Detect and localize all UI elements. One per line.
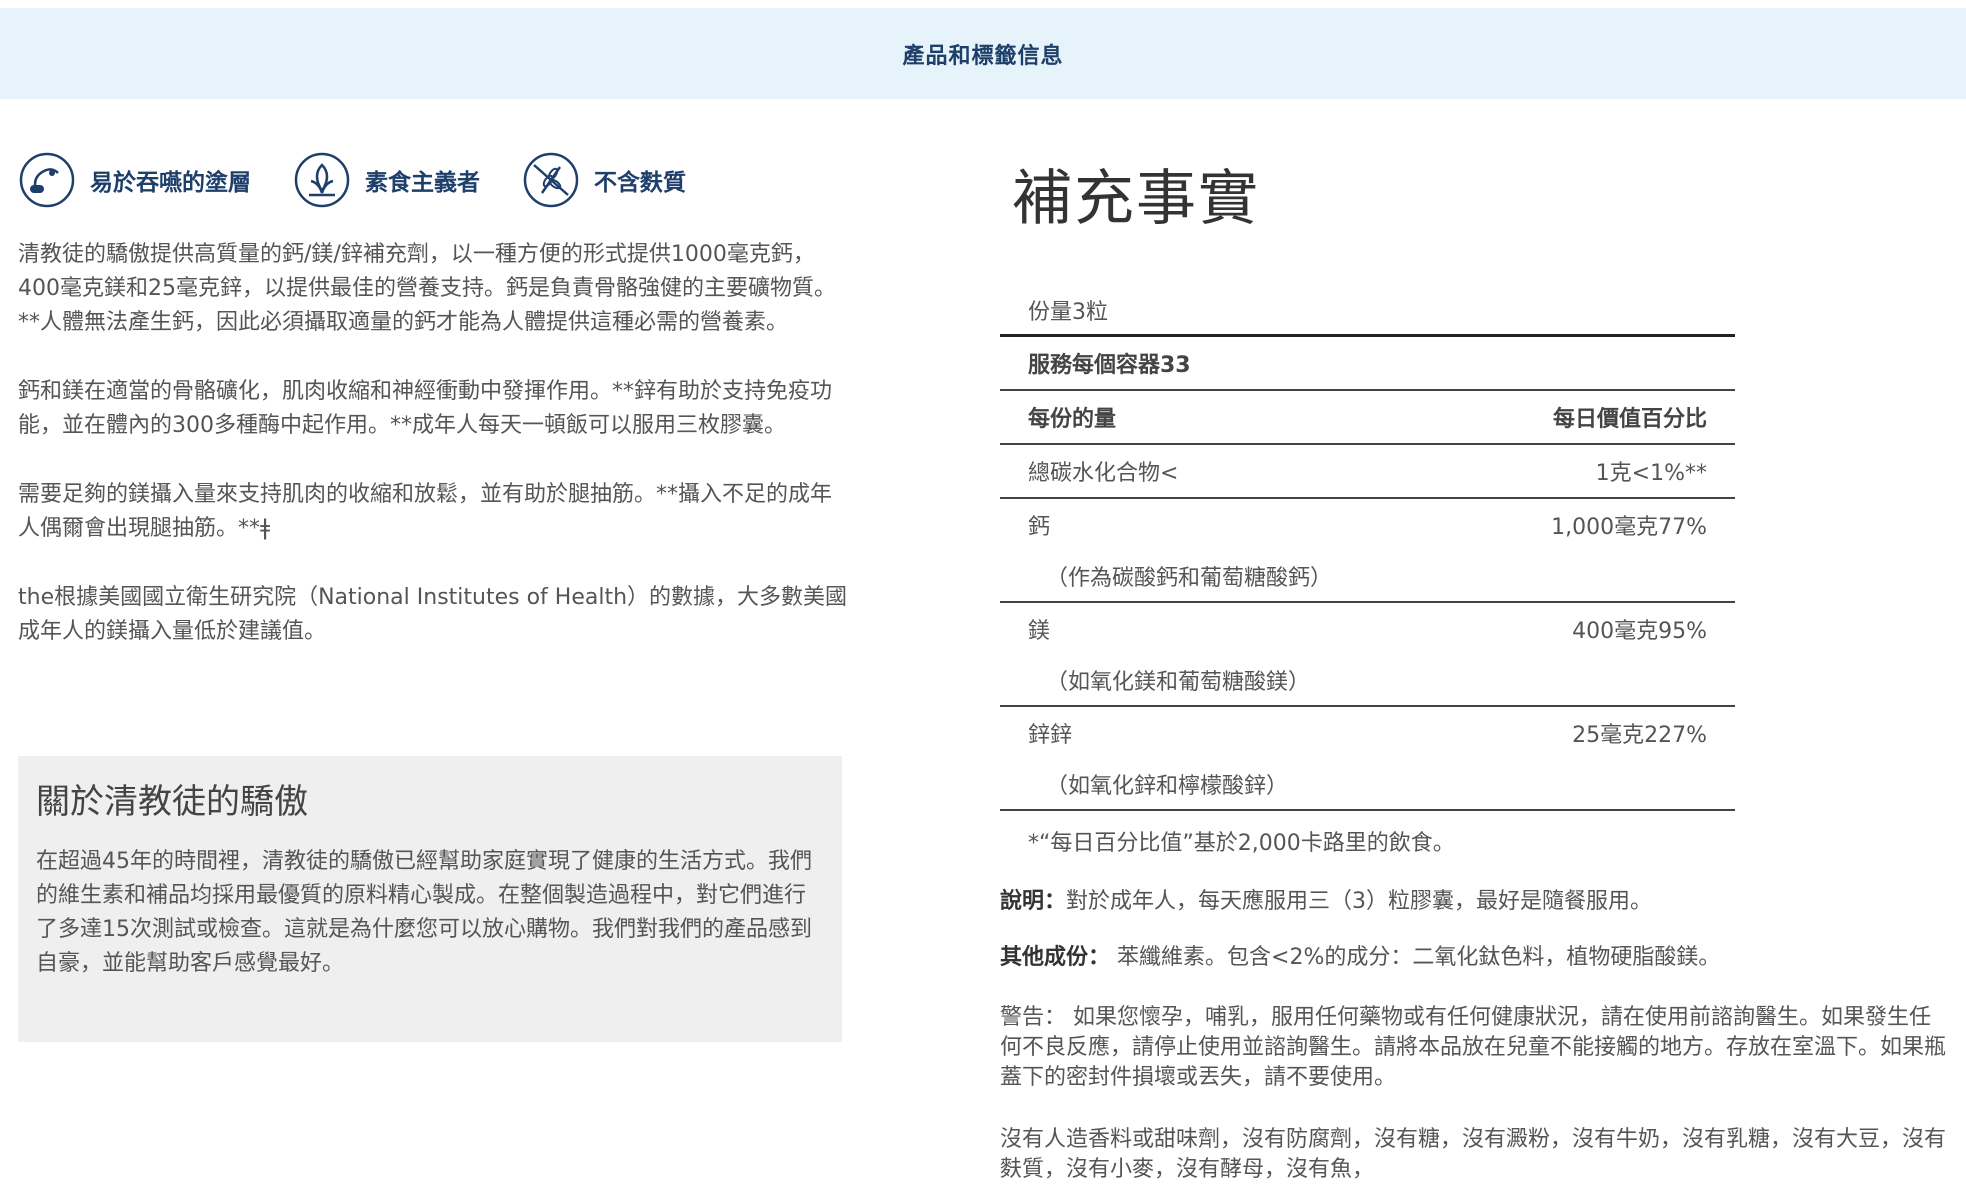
nutrient-value: 1,000毫克77%: [1551, 515, 1707, 540]
table-row: 總碳水化合物< 1克<1%**: [1000, 445, 1735, 497]
about-title: 關於清教徒的驕傲: [36, 782, 308, 822]
col-amount-header: 每份的量: [1028, 407, 1117, 432]
table-row: 鋅鋅 25毫克227%: [1000, 707, 1735, 759]
description-paragraph: 清教徒的驕傲提供高質量的鈣/鎂/鋅補充劑，以一種方便的形式提供1000毫克鈣，4…: [18, 242, 836, 335]
other-ingredients-text: 苯纖維素。包含<2%的成分：二氧化鈦色料，植物硬脂酸鎂。: [1110, 945, 1721, 970]
warning-text: 警告： 如果您懷孕，哺乳，服用任何藥物或有任何健康狀況，請在使用前諮詢醫生。如果…: [1000, 1005, 1947, 1090]
nutrient-source: （作為碳酸鈣和葡萄糖酸鈣）: [1046, 566, 1333, 591]
serving-size-text: 份量3粒: [1028, 300, 1108, 325]
nutrient-name: 鎂: [1028, 619, 1051, 644]
serving-size: 份量3粒: [1000, 286, 1735, 334]
servings-per-container: 服務每個容器33: [1000, 337, 1735, 389]
other-ingredients: 其他成份： 苯纖維素。包含<2%的成分：二氧化鈦色料，植物硬脂酸鎂。: [1000, 943, 1950, 973]
table-row: 鎂 400毫克95%: [1000, 603, 1735, 655]
table-header: 每份的量 每日價值百分比: [1000, 391, 1735, 443]
feature-easy-swallow: 易於吞嚥的塗層: [18, 151, 251, 209]
directions-label: 說明：: [1000, 889, 1067, 914]
feature-label: 不含麩質: [594, 170, 686, 196]
nutrient-source: （如氧化鎂和葡萄糖酸鎂）: [1046, 670, 1311, 695]
about-panel: 關於清教徒的驕傲 在超過45年的時間裡，清教徒的驕傲已經幫助家庭實現了健康的生活…: [18, 756, 842, 1042]
feature-label: 素食主義者: [365, 170, 480, 196]
feature-gluten-free: 不含麩質: [522, 151, 686, 209]
nutrient-value: 400毫克95%: [1572, 619, 1707, 644]
section-title: 產品和標籤信息: [902, 43, 1064, 69]
servings-per-container-text: 服務每個容器33: [1028, 353, 1191, 378]
directions-text: 對於成年人，每天應服用三（3）粒膠囊，最好是隨餐服用。: [1066, 889, 1653, 914]
about-text: 在超過45年的時間裡，清教徒的驕傲已經幫助家庭實現了健康的生活方式。我們的維生素…: [36, 849, 812, 976]
product-info-column: 易於吞嚥的塗層 素食主義者 不含麩質 清教徒的驕傲提供高質量的鈣/鎂/鋅補充劑，…: [18, 140, 848, 684]
directions: 說明：對於成年人，每天應服用三（3）粒膠囊，最好是隨餐服用。: [1000, 887, 1950, 917]
nutrient-name: 鈣: [1028, 515, 1051, 540]
nutrient-value: 1克<1%**: [1595, 461, 1707, 486]
nutrient-name: 鋅鋅: [1028, 723, 1073, 748]
vegan-leaf-icon: [294, 152, 350, 208]
supplement-facts-table: 份量3粒 服務每個容器33 每份的量 每日價值百分比 總碳水化合物< 1克<1%…: [1000, 286, 1735, 857]
supplement-facts-column: 補充事實 份量3粒 服務每個容器33 每份的量 每日價值百分比 總碳水化合物< …: [1000, 150, 1950, 1185]
capsule-swallow-icon: [19, 152, 75, 208]
nutrient-source: （如氧化鋅和檸檬酸鋅）: [1046, 774, 1289, 799]
feature-vegan: 素食主義者: [293, 151, 480, 209]
nutrient-name: 總碳水化合物<: [1028, 461, 1179, 486]
other-ingredients-label: 其他成份：: [1000, 945, 1111, 970]
product-description: 清教徒的驕傲提供高質量的鈣/鎂/鋅補充劑，以一種方便的形式提供1000毫克鈣，4…: [18, 238, 848, 649]
section-header: 產品和標籤信息: [0, 8, 1966, 99]
description-paragraph: the根據美國國立衛生研究院（National Institutes of He…: [18, 585, 848, 644]
daily-value-footnote: *“每日百分比值”基於2,000卡路里的飲食。: [1028, 831, 1455, 856]
description-paragraph: 鈣和鎂在適當的骨骼礦化，肌肉收縮和神經衝動中發揮作用。**鋅有助於支持免疫功能，…: [18, 379, 833, 438]
nutrient-value: 25毫克227%: [1572, 723, 1707, 748]
supplement-facts-title: 補充事實: [1012, 164, 1260, 234]
gluten-free-icon: [523, 152, 579, 208]
description-paragraph: 需要足夠的鎂攝入量來支持肌肉的收縮和放鬆，並有助於腿抽筋。**攝入不足的成年人偶…: [18, 482, 833, 541]
feature-badges: 易於吞嚥的塗層 素食主義者 不含麩質: [18, 140, 848, 220]
col-dv-header: 每日價值百分比: [1552, 407, 1707, 432]
feature-label: 易於吞嚥的塗層: [90, 170, 251, 196]
table-row: 鈣 1,000毫克77%: [1000, 499, 1735, 551]
free-from-text: 沒有人造香料或甜味劑，沒有防腐劑，沒有糖，沒有澱粉，沒有牛奶，沒有乳糖，沒有大豆…: [1000, 1127, 1947, 1182]
